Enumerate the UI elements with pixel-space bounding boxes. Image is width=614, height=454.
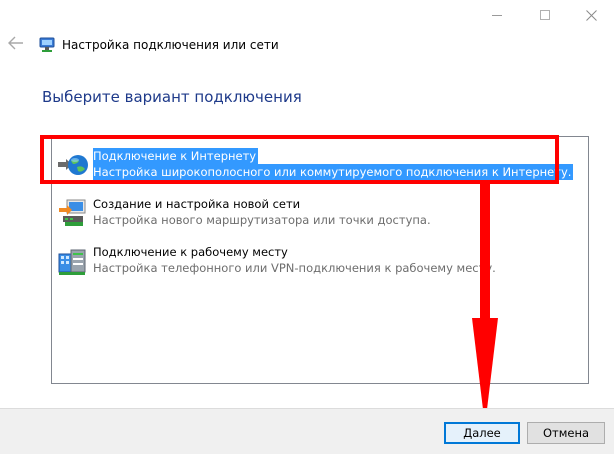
minimize-icon bbox=[492, 14, 502, 16]
page-heading: Выберите вариант подключения bbox=[42, 88, 302, 106]
minimize-button[interactable] bbox=[474, 0, 520, 30]
option-title: Создание и настройка новой сети bbox=[93, 197, 301, 211]
option-description: Настройка широкополосного или коммутируе… bbox=[93, 164, 574, 180]
router-setup-icon bbox=[57, 198, 89, 228]
title-bar bbox=[0, 0, 614, 30]
option-new-network[interactable]: Создание и настройка новой сети Настройк… bbox=[57, 196, 535, 230]
option-title: Подключение к Интернету bbox=[93, 148, 259, 164]
network-setup-icon bbox=[38, 36, 56, 54]
option-description: Настройка телефонного или VPN-подключени… bbox=[93, 261, 496, 275]
next-button[interactable]: Далее bbox=[444, 422, 520, 444]
option-internet-connection[interactable]: Подключение к Интернету Настройка широко… bbox=[57, 148, 574, 182]
workplace-vpn-icon bbox=[57, 246, 89, 276]
back-arrow-icon bbox=[8, 36, 23, 50]
close-button[interactable] bbox=[568, 0, 614, 30]
close-icon bbox=[585, 9, 597, 21]
cancel-button[interactable]: Отмена bbox=[527, 422, 605, 444]
option-workplace[interactable]: Подключение к рабочему месту Настройка т… bbox=[57, 244, 535, 278]
maximize-icon bbox=[540, 10, 550, 20]
option-description: Настройка нового маршрутизатора или точк… bbox=[93, 213, 431, 227]
dialog-footer bbox=[0, 408, 614, 454]
globe-network-icon bbox=[57, 150, 89, 180]
maximize-button[interactable] bbox=[522, 0, 568, 30]
window-title: Настройка подключения или сети bbox=[62, 38, 279, 52]
back-button[interactable] bbox=[8, 36, 28, 54]
option-title: Подключение к рабочему месту bbox=[93, 245, 288, 259]
